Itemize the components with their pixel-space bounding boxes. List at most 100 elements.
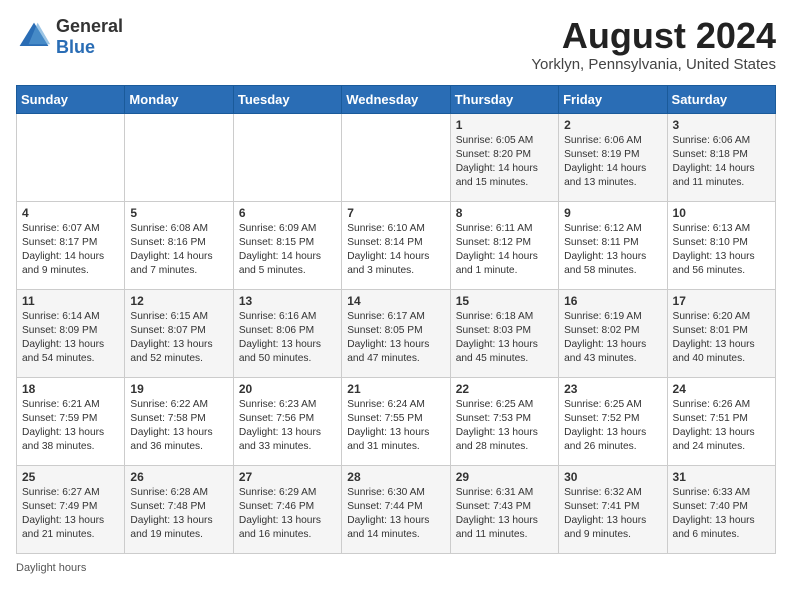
table-row: 8Sunrise: 6:11 AM Sunset: 8:12 PM Daylig…	[450, 201, 558, 289]
month-year: August 2024	[531, 16, 776, 56]
table-row: 25 Sunrise: 6:27 AM Sunset: 7:49 PM Dayli…	[17, 465, 125, 553]
day-info: Sunrise: 6:14 AM Sunset: 8:09 PM Dayligh…	[22, 310, 119, 367]
calendar-table: Sunday Monday Tuesday Wednesday Thursday…	[16, 85, 776, 554]
calendar-week-row: 18Sunrise: 6:21 AM Sunset: 7:59 PM Dayli…	[17, 377, 776, 465]
table-row: 28 Sunrise: 6:30 AM Sunset: 7:44 PM Dayli…	[342, 465, 450, 553]
day-number: 24	[673, 382, 770, 396]
table-row: 14 Sunrise: 6:17 AM Sunset: 8:05 PM Dayli…	[342, 289, 450, 377]
table-row: 1 Sunrise: 6:05 AM Sunset: 8:20 PM Daylig…	[450, 113, 558, 201]
day-info: Sunrise: 6:17 AM Sunset: 8:05 PM Dayligh…	[347, 310, 444, 367]
day-number: 19	[130, 382, 227, 396]
table-row: 15 Sunrise: 6:18 AM Sunset: 8:03 PM Dayli…	[450, 289, 558, 377]
day-number: 4	[22, 206, 119, 220]
day-info: Sunrise: 6:26 AM Sunset: 7:51 PM Dayligh…	[673, 398, 770, 455]
table-row: 21 Sunrise: 6:24 AM Sunset: 7:55 PM Dayli…	[342, 377, 450, 465]
calendar-week-row: 11 Sunrise: 6:14 AM Sunset: 8:09 PM Dayli…	[17, 289, 776, 377]
day-info: Sunrise: 6:30 AM Sunset: 7:44 PM Dayligh…	[347, 486, 444, 543]
logo-text: General Blue	[56, 16, 123, 58]
col-sunday: Sunday	[17, 85, 125, 113]
day-number: 3	[673, 118, 770, 132]
table-row: 3 Sunrise: 6:06 AM Sunset: 8:18 PM Daylig…	[667, 113, 775, 201]
table-row	[233, 113, 341, 201]
col-tuesday: Tuesday	[233, 85, 341, 113]
table-row: 4Sunrise: 6:07 AM Sunset: 8:17 PM Daylig…	[17, 201, 125, 289]
table-row: 11 Sunrise: 6:14 AM Sunset: 8:09 PM Dayli…	[17, 289, 125, 377]
table-row: 2 Sunrise: 6:06 AM Sunset: 8:19 PM Daylig…	[559, 113, 667, 201]
day-number: 2	[564, 118, 661, 132]
day-number: 26	[130, 470, 227, 484]
table-row: 6 Sunrise: 6:09 AM Sunset: 8:15 PM Daylig…	[233, 201, 341, 289]
day-info: Sunrise: 6:25 AM Sunset: 7:53 PM Dayligh…	[456, 398, 553, 455]
day-number: 23	[564, 382, 661, 396]
day-info: Sunrise: 6:05 AM Sunset: 8:20 PM Dayligh…	[456, 134, 553, 191]
day-number: 15	[456, 294, 553, 308]
footer: Daylight hours	[16, 562, 776, 574]
day-info: Sunrise: 6:22 AM Sunset: 7:58 PM Dayligh…	[130, 398, 227, 455]
day-number: 18	[22, 382, 119, 396]
table-row: 24 Sunrise: 6:26 AM Sunset: 7:51 PM Dayli…	[667, 377, 775, 465]
location: Yorklyn, Pennsylvania, United States	[531, 56, 776, 73]
table-row: 10Sunrise: 6:13 AM Sunset: 8:10 PM Dayli…	[667, 201, 775, 289]
day-number: 28	[347, 470, 444, 484]
day-info: Sunrise: 6:08 AM Sunset: 8:16 PM Dayligh…	[130, 222, 227, 279]
day-info: Sunrise: 6:27 AM Sunset: 7:49 PM Dayligh…	[22, 486, 119, 543]
calendar-week-row: 4Sunrise: 6:07 AM Sunset: 8:17 PM Daylig…	[17, 201, 776, 289]
day-number: 7	[347, 206, 444, 220]
day-number: 30	[564, 470, 661, 484]
logo: General Blue	[16, 16, 123, 58]
day-info: Sunrise: 6:23 AM Sunset: 7:56 PM Dayligh…	[239, 398, 336, 455]
day-info: Sunrise: 6:28 AM Sunset: 7:48 PM Dayligh…	[130, 486, 227, 543]
day-number: 17	[673, 294, 770, 308]
col-monday: Monday	[125, 85, 233, 113]
day-info: Sunrise: 6:06 AM Sunset: 8:18 PM Dayligh…	[673, 134, 770, 191]
page-header: General Blue August 2024 Yorklyn, Pennsy…	[16, 16, 776, 73]
table-row: 27Sunrise: 6:29 AM Sunset: 7:46 PM Dayli…	[233, 465, 341, 553]
day-number: 21	[347, 382, 444, 396]
logo-general: General	[56, 16, 123, 37]
day-number: 9	[564, 206, 661, 220]
col-saturday: Saturday	[667, 85, 775, 113]
day-info: Sunrise: 6:12 AM Sunset: 8:11 PM Dayligh…	[564, 222, 661, 279]
table-row: 31 Sunrise: 6:33 AM Sunset: 7:40 PM Dayli…	[667, 465, 775, 553]
day-number: 31	[673, 470, 770, 484]
table-row: 20 Sunrise: 6:23 AM Sunset: 7:56 PM Dayli…	[233, 377, 341, 465]
day-info: Sunrise: 6:31 AM Sunset: 7:43 PM Dayligh…	[456, 486, 553, 543]
day-number: 14	[347, 294, 444, 308]
table-row: 13Sunrise: 6:16 AM Sunset: 8:06 PM Dayli…	[233, 289, 341, 377]
day-info: Sunrise: 6:20 AM Sunset: 8:01 PM Dayligh…	[673, 310, 770, 367]
table-row: 29Sunrise: 6:31 AM Sunset: 7:43 PM Dayli…	[450, 465, 558, 553]
title-block: August 2024 Yorklyn, Pennsylvania, Unite…	[531, 16, 776, 73]
table-row: 30 Sunrise: 6:32 AM Sunset: 7:41 PM Dayli…	[559, 465, 667, 553]
day-number: 1	[456, 118, 553, 132]
table-row: 22 Sunrise: 6:25 AM Sunset: 7:53 PM Dayli…	[450, 377, 558, 465]
day-info: Sunrise: 6:32 AM Sunset: 7:41 PM Dayligh…	[564, 486, 661, 543]
calendar-week-row: 25 Sunrise: 6:27 AM Sunset: 7:49 PM Dayli…	[17, 465, 776, 553]
day-info: Sunrise: 6:16 AM Sunset: 8:06 PM Dayligh…	[239, 310, 336, 367]
table-row: 17 Sunrise: 6:20 AM Sunset: 8:01 PM Dayli…	[667, 289, 775, 377]
logo-icon	[16, 19, 52, 55]
day-info: Sunrise: 6:24 AM Sunset: 7:55 PM Dayligh…	[347, 398, 444, 455]
day-number: 22	[456, 382, 553, 396]
table-row: 16Sunrise: 6:19 AM Sunset: 8:02 PM Dayli…	[559, 289, 667, 377]
col-friday: Friday	[559, 85, 667, 113]
day-number: 20	[239, 382, 336, 396]
day-info: Sunrise: 6:18 AM Sunset: 8:03 PM Dayligh…	[456, 310, 553, 367]
day-number: 25	[22, 470, 119, 484]
day-number: 6	[239, 206, 336, 220]
table-row	[125, 113, 233, 201]
table-row: 9 Sunrise: 6:12 AM Sunset: 8:11 PM Daylig…	[559, 201, 667, 289]
day-info: Sunrise: 6:06 AM Sunset: 8:19 PM Dayligh…	[564, 134, 661, 191]
day-number: 16	[564, 294, 661, 308]
col-wednesday: Wednesday	[342, 85, 450, 113]
day-info: Sunrise: 6:09 AM Sunset: 8:15 PM Dayligh…	[239, 222, 336, 279]
table-row: 5 Sunrise: 6:08 AM Sunset: 8:16 PM Daylig…	[125, 201, 233, 289]
day-info: Sunrise: 6:15 AM Sunset: 8:07 PM Dayligh…	[130, 310, 227, 367]
day-info: Sunrise: 6:33 AM Sunset: 7:40 PM Dayligh…	[673, 486, 770, 543]
day-info: Sunrise: 6:10 AM Sunset: 8:14 PM Dayligh…	[347, 222, 444, 279]
day-number: 5	[130, 206, 227, 220]
day-number: 11	[22, 294, 119, 308]
day-number: 12	[130, 294, 227, 308]
day-info: Sunrise: 6:25 AM Sunset: 7:52 PM Dayligh…	[564, 398, 661, 455]
day-info: Sunrise: 6:29 AM Sunset: 7:46 PM Dayligh…	[239, 486, 336, 543]
day-number: 10	[673, 206, 770, 220]
